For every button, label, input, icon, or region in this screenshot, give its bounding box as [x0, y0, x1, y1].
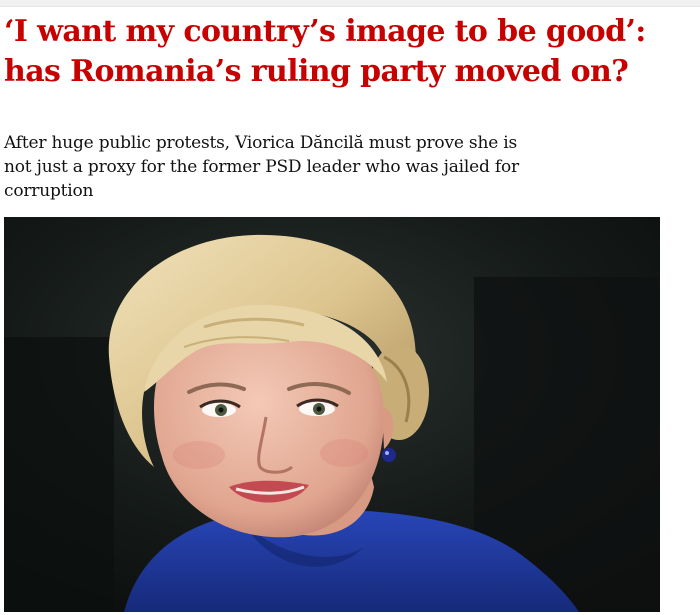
portrait-illustration — [4, 217, 660, 612]
top-divider — [0, 0, 700, 7]
headline-line-1[interactable]: ‘I want my country’s image to be good’: — [4, 12, 694, 52]
headline-line-2[interactable]: has Romania’s ruling party moved on? — [4, 52, 694, 92]
standfirst-line-1: After huge public protests, Viorica Dănc… — [4, 133, 518, 153]
main-photo[interactable] — [4, 217, 660, 612]
headline[interactable]: ‘I want my country’s image to be good’: … — [4, 12, 694, 92]
standfirst-line-3: corruption — [4, 181, 94, 201]
standfirst-line-2: not just a proxy for the former PSD lead… — [4, 157, 519, 177]
standfirst: After huge public protests, Viorica Dănc… — [4, 131, 644, 203]
article: ‘I want my country’s image to be good’: … — [0, 0, 700, 615]
